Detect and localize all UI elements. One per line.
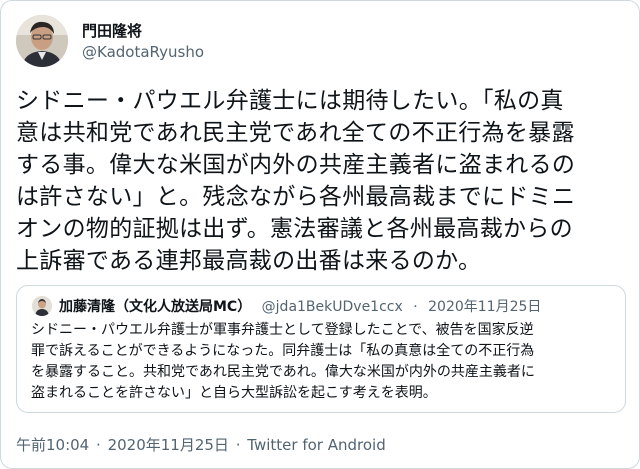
tweet-footer: 午前10:04 · 2020年11月25日 · Twitter for Andr… [16,434,386,455]
footer-separator: · [96,436,101,454]
author-photo-icon [16,15,68,67]
quoted-text-line: 盗まれることを許さない」と自ら大型訴訟を起こす考えを表明。 [31,385,437,401]
tweet-date[interactable]: 2020年11月25日 [108,436,229,454]
quoted-text-line: シドニー・パウエル弁護士が軍事弁護士として登録したことで、被告を国家反逆 [31,322,534,338]
tweet-text-line: 意は共和党であれ民主党であれ全ての不正行為を暴露 [16,120,575,146]
author-name[interactable]: 門田隆将 [82,20,142,41]
tweet-card: 門田隆将 @KadotaRyusho シドニー・パウエル弁護士には期待したい。「… [0,0,640,469]
tweet-text-line: は許さない」と。残念ながら各州最高裁までにドミニ [16,184,576,210]
quoted-text-line: を暴露すること。共和党であれ民主党であれ。偉大な米国が内外の共産主義者に [31,364,535,380]
tweet-time[interactable]: 午前10:04 [16,436,89,454]
tweet-client[interactable]: Twitter for Android [247,436,385,454]
author-handle[interactable]: @KadotaRyusho [82,43,204,61]
quoted-separator: · [413,299,418,315]
tweet-text-line: シドニー・パウエル弁護士には期待したい。「私の真 [16,88,564,114]
quoted-author-handle[interactable]: @jda1BekUDve1ccx [262,299,403,315]
quoted-date[interactable]: 2020年11月25日 [428,299,541,315]
tweet-text: シドニー・パウエル弁護士には期待したい。「私の真 意は共和党であれ民主党であれ全… [16,85,628,277]
tweet-text-line: 上訴審である連邦最高裁の出番は来るのか。 [16,248,482,274]
quoted-tweet[interactable]: 加藤清隆（文化人放送局MC） @jda1BekUDve1ccx · 2020年1… [16,285,626,413]
quoted-author-name[interactable]: 加藤清隆（文化人放送局MC） [59,299,251,315]
author-avatar[interactable] [16,15,68,67]
quoted-author-avatar[interactable] [32,296,52,316]
quoted-author-photo-icon [32,296,52,316]
quoted-tweet-header: 加藤清隆（文化人放送局MC） @jda1BekUDve1ccx · 2020年1… [59,296,541,316]
quoted-tweet-text: シドニー・パウエル弁護士が軍事弁護士として登録したことで、被告を国家反逆 罪で訴… [31,320,616,404]
footer-separator: · [235,436,241,454]
tweet-text-line: する事。偉大な米国が内外の共産主義者に盗まれるの [16,152,576,178]
quoted-text-line: 罪で訴えることができるようになった。同弁護士は「私の真意は全ての不正行為 [31,343,535,359]
tweet-text-line: オンの物的証拠は出ず。憲法審議と各州最高裁からの [16,216,573,242]
